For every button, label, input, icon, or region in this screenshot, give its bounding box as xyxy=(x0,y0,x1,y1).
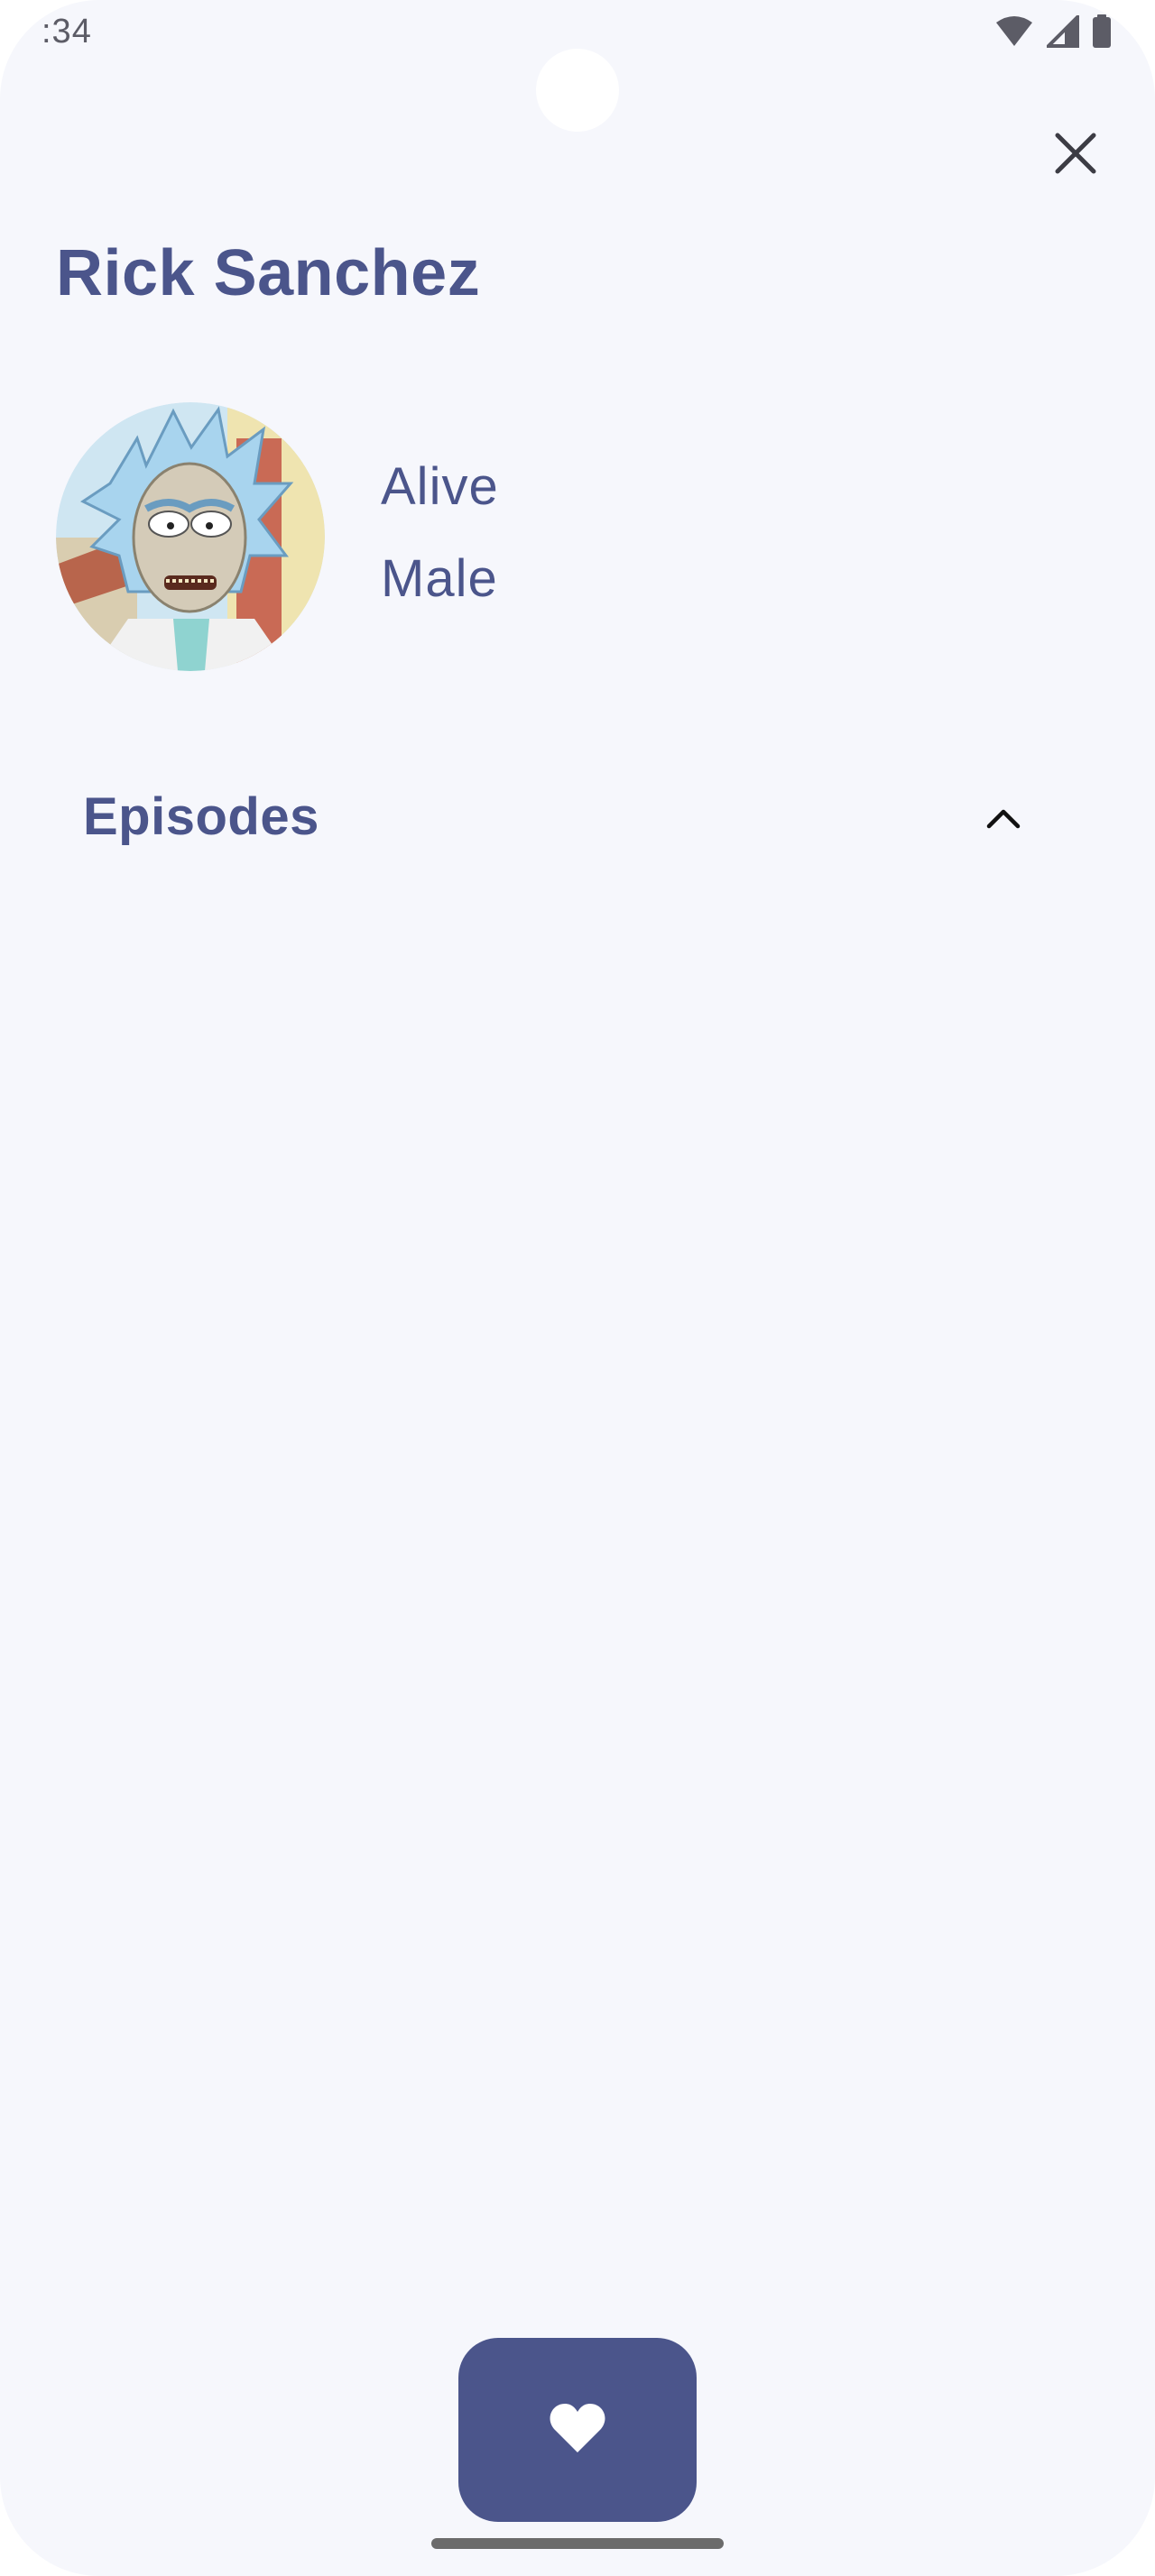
close-icon xyxy=(1054,132,1097,179)
episodes-label: Episodes xyxy=(83,787,319,846)
camera-cutout xyxy=(536,49,619,132)
status-icons xyxy=(994,12,1112,53)
chevron-up-icon[interactable] xyxy=(976,792,1030,846)
character-gender: Male xyxy=(381,549,498,608)
heart-icon xyxy=(549,2402,606,2459)
signal-icon xyxy=(1044,12,1079,52)
battery-icon xyxy=(1092,14,1112,53)
wifi-icon xyxy=(994,15,1034,52)
status-time: :34 xyxy=(42,13,92,51)
character-name: Rick Sanchez xyxy=(56,237,481,309)
gesture-nav-handle[interactable] xyxy=(431,2538,724,2549)
character-avatar xyxy=(56,402,325,671)
character-status: Alive xyxy=(381,457,499,516)
favorite-button[interactable] xyxy=(458,2338,697,2522)
close-button[interactable] xyxy=(1040,119,1112,191)
character-detail-screen: :34 Rick Sanchez Alive Male Episodes xyxy=(0,0,1155,2576)
episodes-section-toggle[interactable]: Episodes xyxy=(56,767,1067,871)
